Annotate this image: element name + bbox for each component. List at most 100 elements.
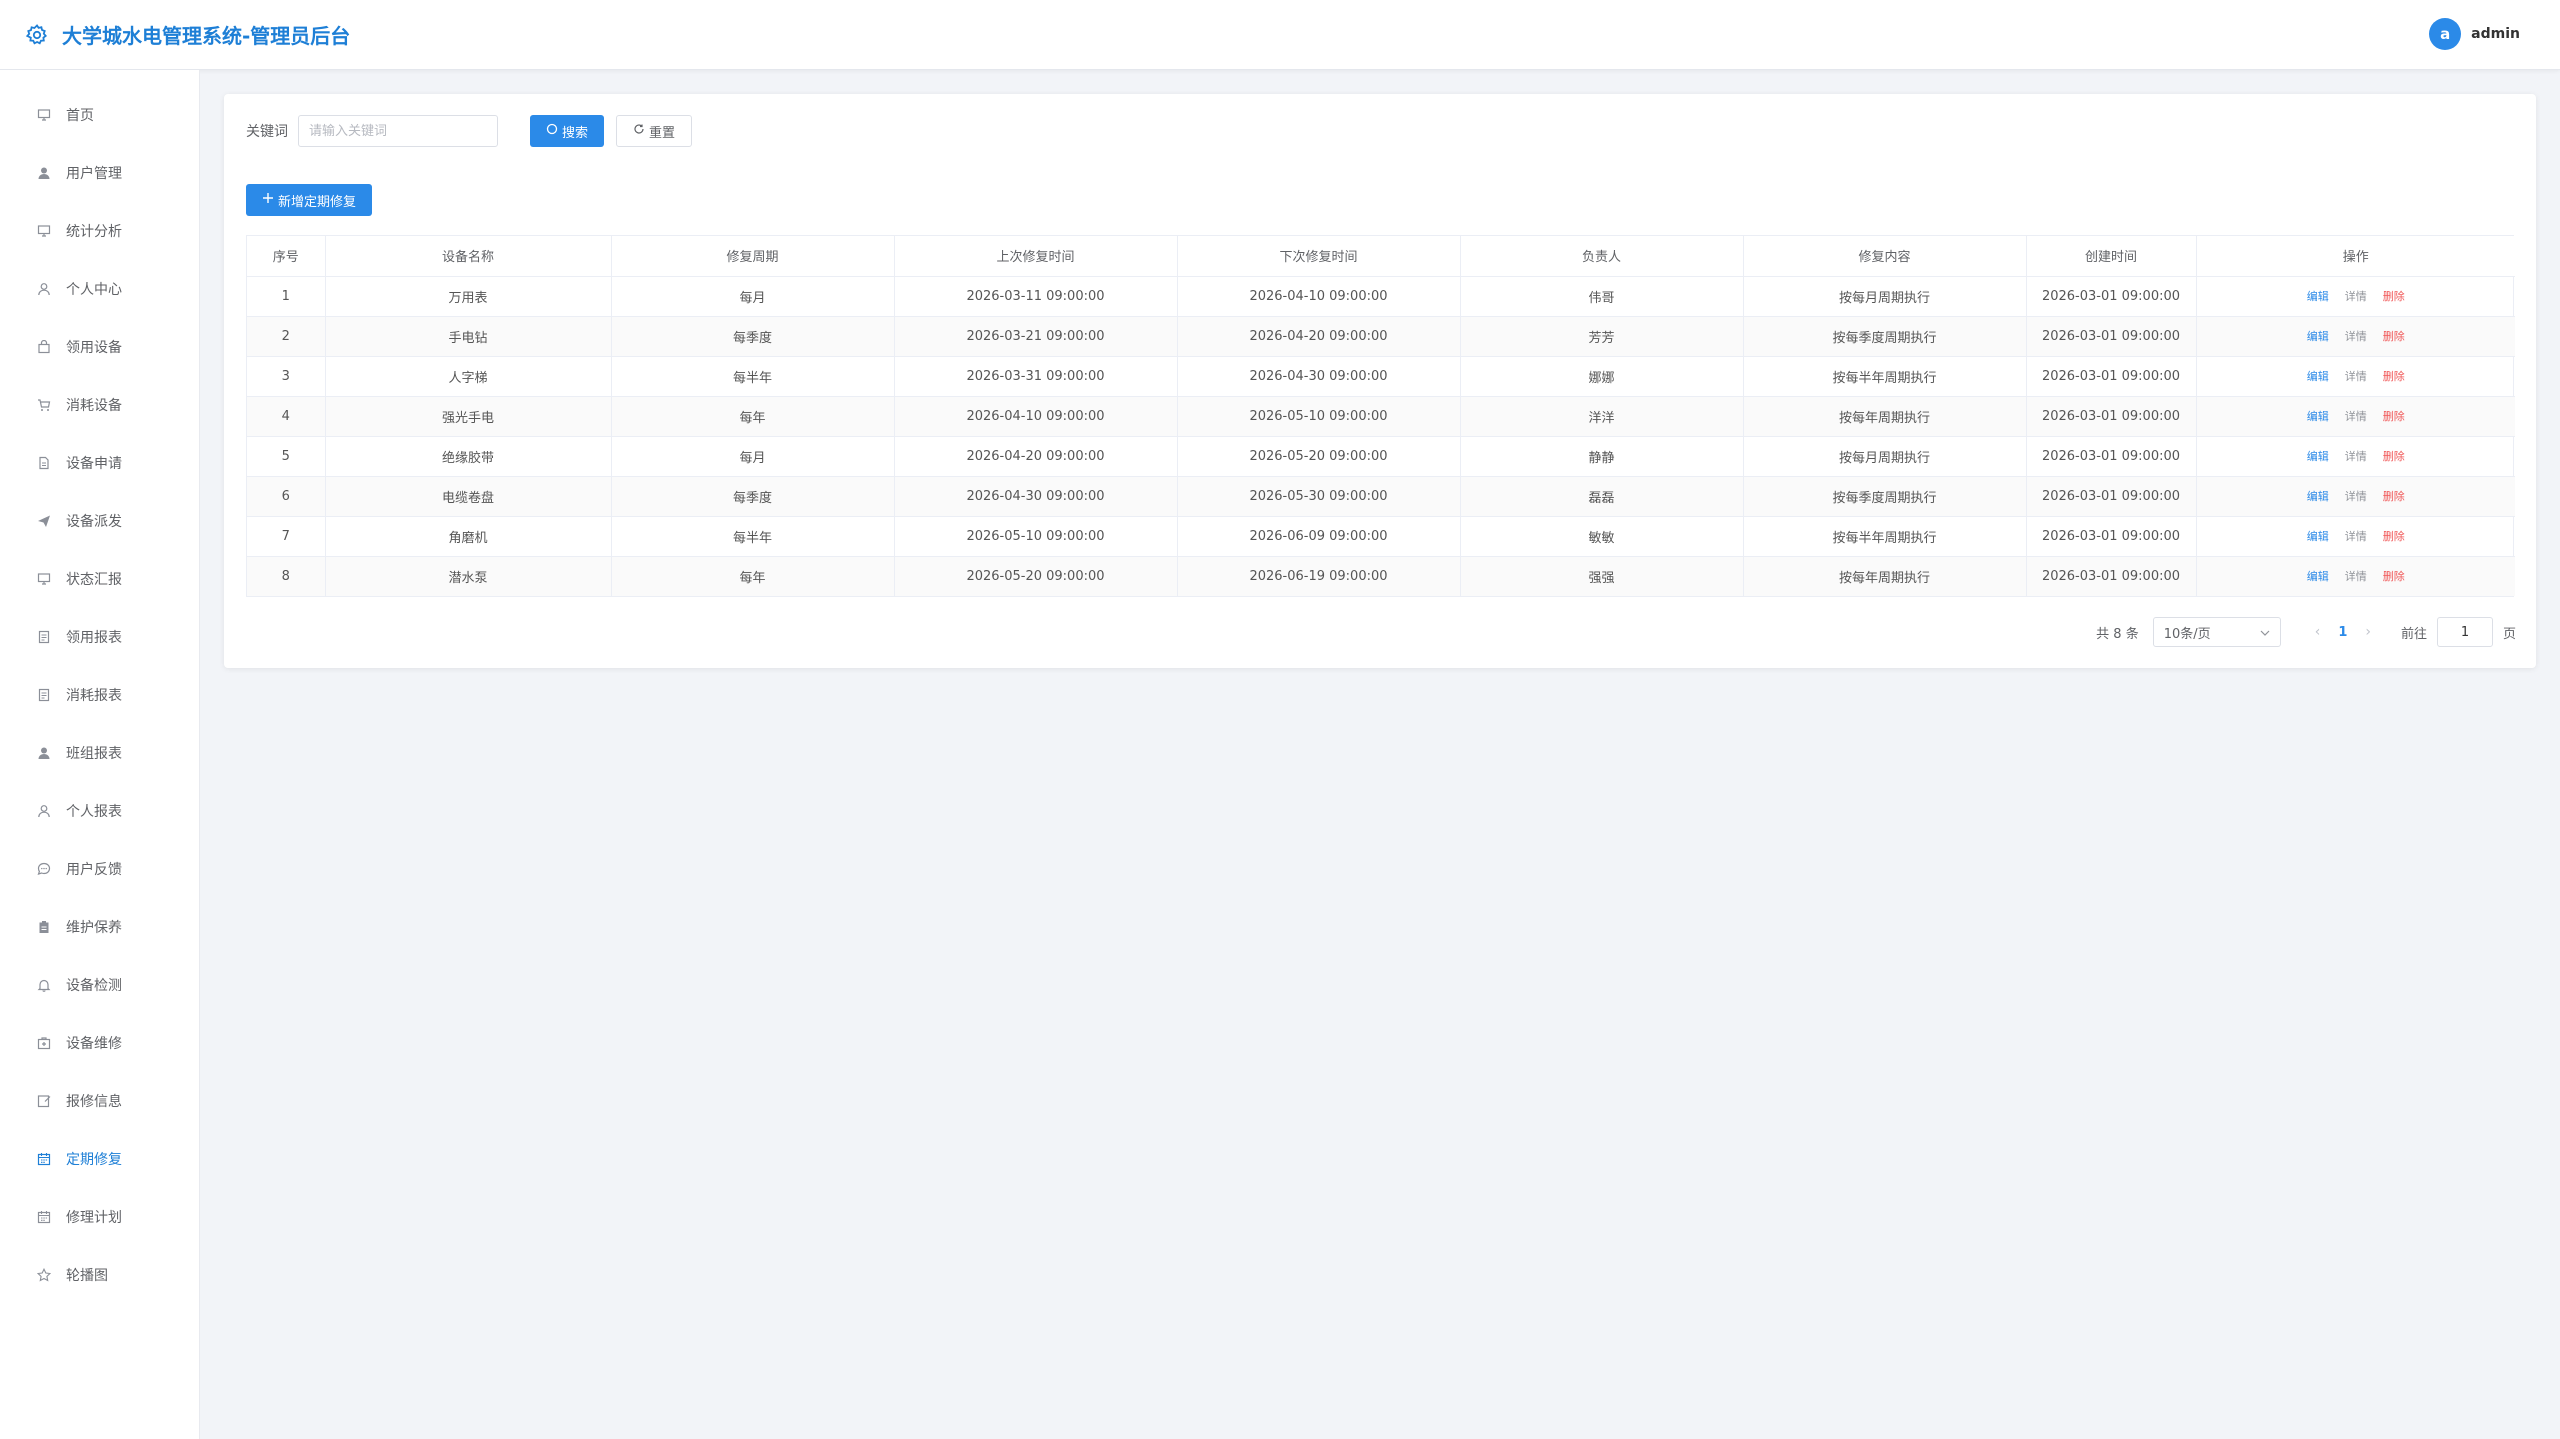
edit-link[interactable]: 编辑 [2307,570,2329,583]
goto-page-input[interactable] [2436,617,2493,647]
delete-link[interactable]: 删除 [2383,290,2405,303]
detail-link[interactable]: 详情 [2345,330,2367,343]
edit-link[interactable]: 编辑 [2307,450,2329,463]
edit-link[interactable]: 编辑 [2307,370,2329,383]
column-header: 上次修复时间 [894,236,1178,277]
sidebar-item-label: 个人报表 [66,804,122,820]
reset-button[interactable]: 重置 [616,115,693,147]
table-cell: 按每半年周期执行 [1743,516,2027,557]
add-button[interactable]: 新增定期修复 [246,184,373,216]
detail-link[interactable]: 详情 [2345,450,2367,463]
table-cell: 按每季度周期执行 [1743,316,2027,357]
table-cell: 手电钻 [325,316,612,357]
table-row: 5 绝缘胶带 每月 2026-04-20 09:00:00 2026-05-20 09:… [247,436,2515,477]
detail-link[interactable]: 详情 [2345,570,2367,583]
search-bar: 关键词 搜索 重置 [246,114,693,148]
sidebar-item-label: 班组报表 [66,746,122,762]
sidebar-item[interactable]: 状态汇报 [0,550,199,608]
toolbox-icon [36,1035,52,1051]
table-cell: 磊磊 [1460,476,1744,517]
edit-link[interactable]: 编辑 [2307,290,2329,303]
table-cell: 角磨机 [325,516,612,557]
table-cell: 5 [247,436,326,477]
report-icon [36,629,52,645]
sidebar-item[interactable]: 首页 [0,86,199,144]
delete-link[interactable]: 删除 [2383,490,2405,503]
top-header: 大学城水电管理系统-管理员后台 a admin [0,0,2560,70]
sidebar-item[interactable]: 设备维修 [0,1014,199,1072]
detail-link[interactable]: 详情 [2345,530,2367,543]
table-cell: 每月 [611,276,895,317]
delete-link[interactable]: 删除 [2383,530,2405,543]
column-header: 创建时间 [2026,236,2197,277]
table-cell: 2026-03-01 09:00:00 [2026,556,2197,596]
table-cell: 2026-04-10 09:00:00 [894,396,1178,437]
sidebar-item[interactable]: 维护保养 [0,898,199,956]
keyword-input[interactable] [298,115,498,147]
sidebar-item-label: 统计分析 [66,224,122,240]
prev-page-button[interactable]: ‹ [2315,624,2321,640]
sidebar-item[interactable]: 个人报表 [0,782,199,840]
edit-link[interactable]: 编辑 [2307,330,2329,343]
sidebar-item[interactable]: 报修信息 [0,1072,199,1130]
table-cell: 8 [247,556,326,596]
table-cell: 芳芳 [1460,316,1744,357]
table-cell: 每半年 [611,356,895,397]
table-cell: 2026-05-10 09:00:00 [894,516,1178,557]
avatar[interactable]: a [2429,18,2462,50]
page-number[interactable]: 1 [2338,625,2347,640]
sidebar-item-label: 消耗报表 [66,688,122,704]
gear-icon [24,22,50,48]
sidebar-item[interactable]: 轮播图 [0,1246,199,1304]
edit-link[interactable]: 编辑 [2307,530,2329,543]
table-row: 6 电缆卷盘 每季度 2026-04-30 09:00:00 2026-05-30 09… [247,476,2515,517]
user-outline-icon [36,281,52,297]
detail-link[interactable]: 详情 [2345,290,2367,303]
table-cell: 2026-03-21 09:00:00 [894,316,1178,357]
sidebar-item[interactable]: 设备检测 [0,956,199,1014]
table-cell: 2026-06-19 09:00:00 [1177,556,1461,596]
delete-link[interactable]: 删除 [2383,370,2405,383]
table-cell: 2026-03-01 09:00:00 [2026,356,2197,397]
column-header: 下次修复时间 [1177,236,1461,277]
sidebar-item[interactable]: 用户反馈 [0,840,199,898]
sidebar-item-label: 轮播图 [66,1268,108,1284]
sidebar-item[interactable]: 领用报表 [0,608,199,666]
table-cell: 2026-04-30 09:00:00 [1177,356,1461,397]
sidebar-item[interactable]: 定期修复 [0,1130,199,1188]
sidebar-item[interactable]: 消耗报表 [0,666,199,724]
delete-link[interactable]: 删除 [2383,330,2405,343]
next-page-button[interactable]: › [2365,624,2371,640]
search-button[interactable]: 搜索 [530,115,605,147]
detail-link[interactable]: 详情 [2345,410,2367,423]
delete-link[interactable]: 删除 [2383,410,2405,423]
table-cell: 2 [247,316,326,357]
table-cell: 2026-04-20 09:00:00 [894,436,1178,477]
detail-link[interactable]: 详情 [2345,370,2367,383]
detail-link[interactable]: 详情 [2345,490,2367,503]
sidebar-item[interactable]: 消耗设备 [0,376,199,434]
table-body: 1 万用表 每月 2026-03-11 09:00:00 2026-04-10 09:0… [247,276,2515,596]
table-cell: 2026-04-30 09:00:00 [894,476,1178,517]
sidebar-item-label: 维护保养 [66,920,122,936]
sidebar-item-label: 个人中心 [66,282,122,298]
delete-link[interactable]: 删除 [2383,450,2405,463]
app-title: 大学城水电管理系统-管理员后台 [62,24,351,48]
delete-link[interactable]: 删除 [2383,570,2405,583]
edit-link[interactable]: 编辑 [2307,490,2329,503]
sidebar-item[interactable]: 设备申请 [0,434,199,492]
table-cell: 2026-03-01 09:00:00 [2026,396,2197,437]
sidebar-item[interactable]: 领用设备 [0,318,199,376]
sidebar-item[interactable]: 个人中心 [0,260,199,318]
bag-icon [36,339,52,355]
table-cell: 2026-05-20 09:00:00 [894,556,1178,596]
edit-link[interactable]: 编辑 [2307,410,2329,423]
sidebar-item[interactable]: 设备派发 [0,492,199,550]
page-size-select[interactable]: 10条/页 [2152,617,2281,647]
sidebar-item[interactable]: 用户管理 [0,144,199,202]
username[interactable]: admin [2471,26,2520,42]
sidebar-item[interactable]: 班组报表 [0,724,199,782]
user-menu[interactable]: a admin [2429,18,2520,50]
sidebar-item[interactable]: 统计分析 [0,202,199,260]
sidebar-item[interactable]: 修理计划 [0,1188,199,1246]
